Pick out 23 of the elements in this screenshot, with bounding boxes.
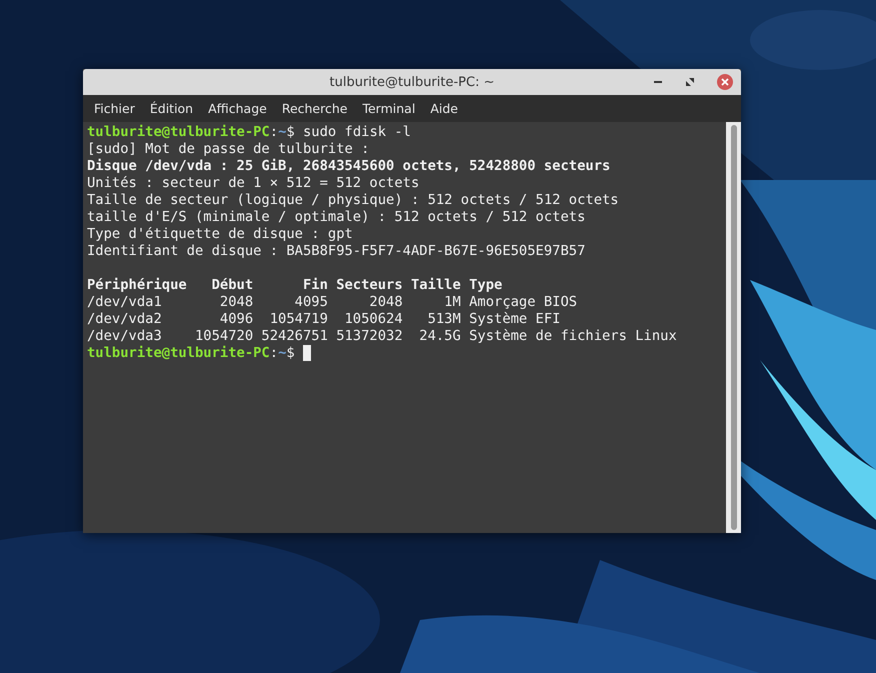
menu-item[interactable]: Affichage — [208, 101, 267, 116]
output-line: /dev/vda3 1054720 52426751 51372032 24.5G Système de fichiers Linux — [87, 328, 678, 345]
output-line: /dev/vda1 2048 4095 2048 1M Amorçage BIOS — [87, 294, 578, 311]
prompt-line: tulburite@tulburite-PC:~$ — [87, 345, 726, 362]
window-title: tulburite@tulburite-PC: ~ — [330, 74, 494, 90]
output-line: taille d'E/S (minimale / optimale) : 512 octets / 512 octets — [87, 209, 586, 226]
output-line: Taille de secteur (logique / physique) : 512 octets / 512 octets — [87, 192, 620, 209]
output-line: [sudo] Mot de passe de tulburite : — [87, 141, 370, 158]
output-line: Type d'étiquette de disque : gpt — [87, 226, 354, 243]
menu-item[interactable]: Édition — [150, 101, 194, 116]
output-line: Identifiant de disque : BA5B8F95-F5F7-4ADF-B67E-96E505E97B57 — [87, 243, 586, 260]
output-line: Disque /dev/vda : 25 GiB, 26843545600 octets, 52428800 secteurs — [87, 158, 612, 175]
menu-item[interactable]: Aide — [430, 101, 458, 116]
menu-item[interactable]: Recherche — [282, 101, 348, 116]
prompt-line: tulburite@tulburite-PC:~$ sudo fdisk -l — [87, 124, 412, 141]
maximize-icon[interactable] — [685, 77, 695, 87]
output-line: /dev/vda2 4096 1054719 1050624 513M Système EFI — [87, 311, 562, 328]
scrollbar[interactable] — [726, 122, 741, 533]
menu-item[interactable]: Terminal — [362, 101, 416, 116]
close-icon[interactable] — [717, 74, 733, 90]
menu-item[interactable]: Fichier — [94, 101, 135, 116]
output-line: Périphérique Début Fin Secteurs Taille Type — [87, 277, 504, 294]
output-line: Unités : secteur de 1 × 512 = 512 octets — [87, 175, 420, 192]
